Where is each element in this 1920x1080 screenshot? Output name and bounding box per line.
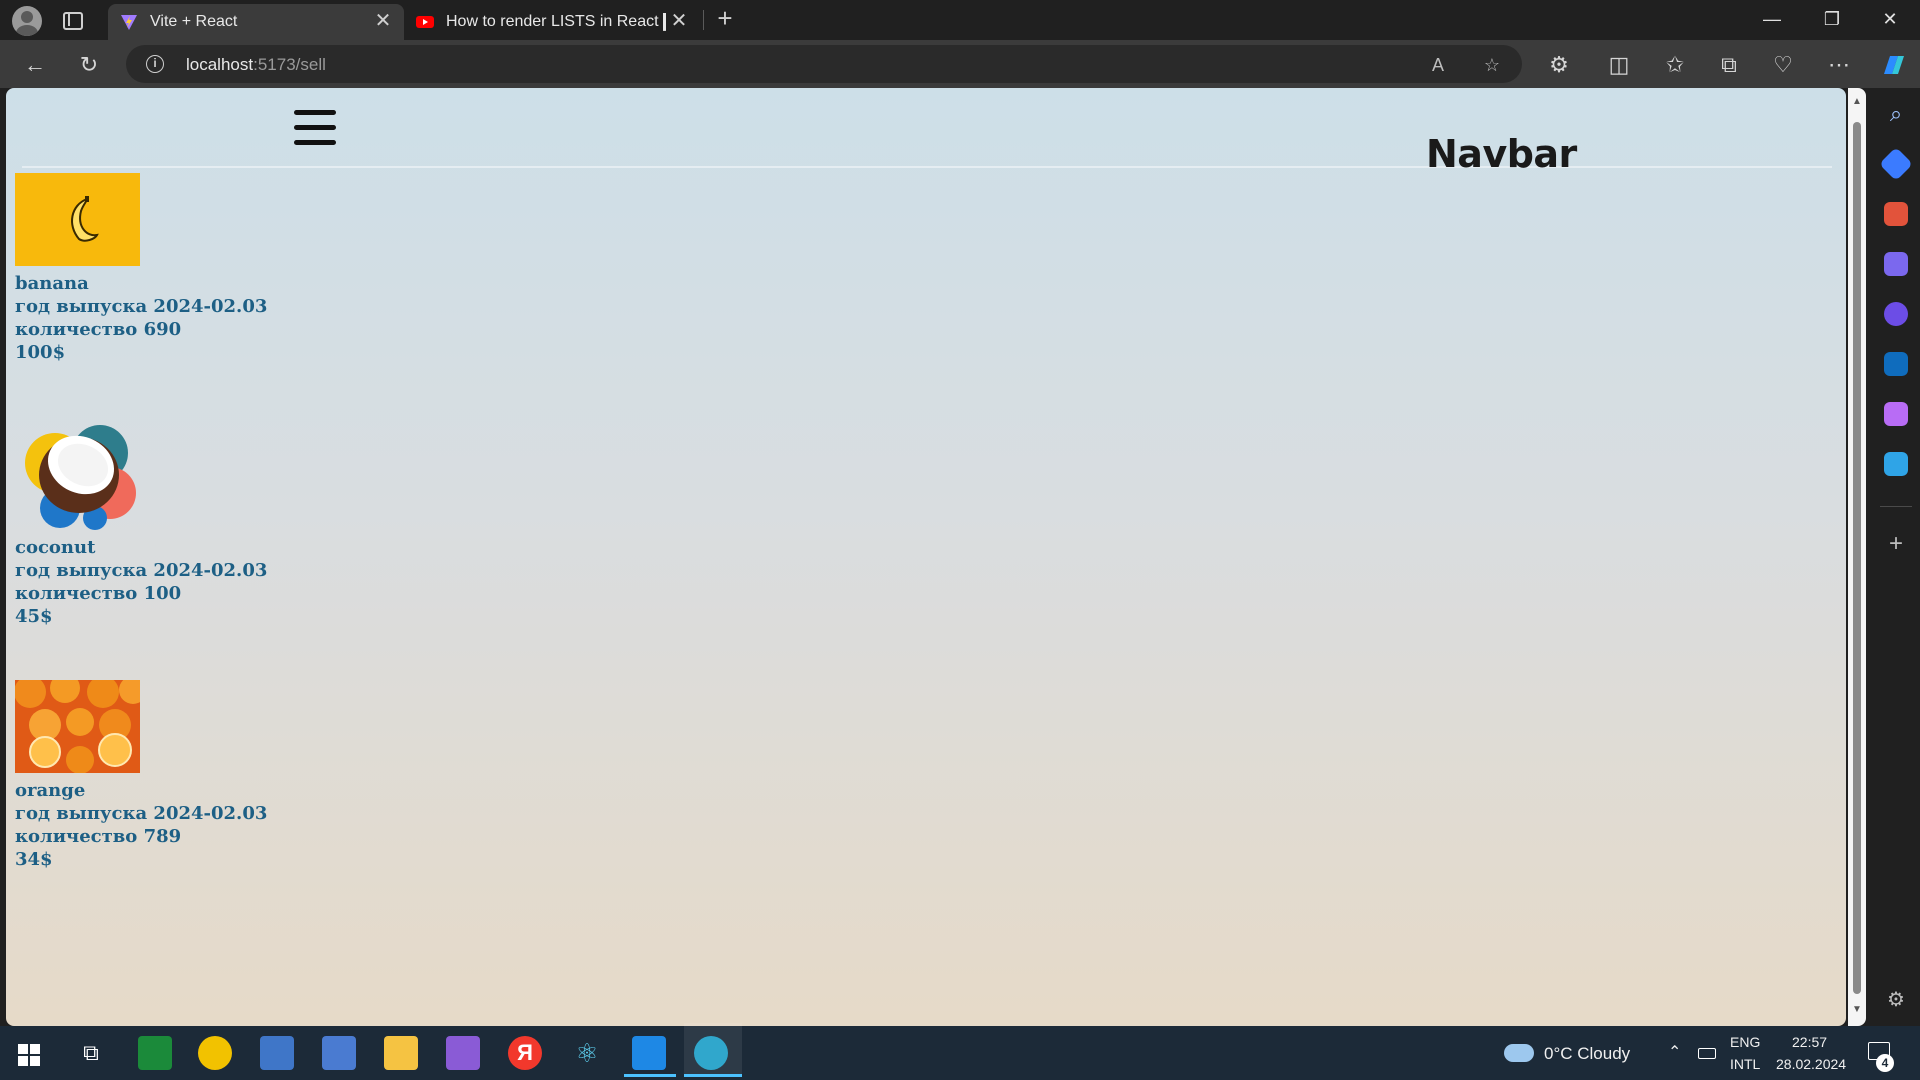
- python-icon[interactable]: [260, 1036, 294, 1070]
- youtube-favicon-icon: [416, 16, 434, 28]
- weather-text[interactable]: 0°C Cloudy: [1544, 1044, 1630, 1064]
- edge-sidebar: ⌕ + ⚙: [1872, 88, 1920, 1026]
- product-year: год выпуска 2024-02.03: [15, 803, 268, 824]
- react-devtools-icon[interactable]: ⚛: [570, 1036, 604, 1070]
- shopping-tag-icon[interactable]: [1879, 147, 1913, 181]
- taskbar: ⧉ Я ⚛ 0°C Cloudy ⌃ ENG INTL 22:57 28.02.…: [0, 1026, 1920, 1080]
- favorites-icon[interactable]: ✩: [1660, 50, 1690, 80]
- task-view-icon[interactable]: ⧉: [74, 1036, 108, 1070]
- tab-actions-icon[interactable]: [60, 8, 84, 32]
- page-scrollbar[interactable]: ▲ ▼: [1848, 88, 1866, 1026]
- keyboard-layout[interactable]: INTL: [1730, 1056, 1760, 1072]
- favorite-star-icon[interactable]: ☆: [1480, 53, 1504, 77]
- windows-start-icon[interactable]: [18, 1044, 40, 1066]
- file-explorer-icon[interactable]: [384, 1036, 418, 1070]
- product-quantity: количество 100: [15, 583, 182, 604]
- page-viewport: Navbar banana год выпуска 2024-02.03 кол…: [6, 88, 1846, 1026]
- send-icon[interactable]: [1884, 452, 1908, 476]
- pycharm-icon[interactable]: [322, 1036, 356, 1070]
- clock-date[interactable]: 28.02.2024: [1776, 1056, 1846, 1072]
- read-aloud-icon[interactable]: A: [1426, 53, 1450, 77]
- product-card: banana год выпуска 2024-02.03 количество…: [15, 173, 267, 364]
- scroll-thumb[interactable]: [1853, 122, 1861, 994]
- banana-image: [15, 173, 140, 266]
- extensions-icon[interactable]: ⚙: [1544, 50, 1574, 80]
- battery-icon[interactable]: [1698, 1048, 1716, 1059]
- product-card: coconut год выпуска 2024-02.03 количеств…: [15, 413, 267, 628]
- tab-strip: Vite + React ✕ How to render LISTS in Re…: [0, 0, 1920, 40]
- taskbar-active-indicator: [684, 1023, 742, 1077]
- yandex-browser-icon[interactable]: Я: [508, 1036, 542, 1070]
- vite-favicon-icon: [121, 15, 137, 30]
- product-name: banana: [15, 273, 89, 294]
- tools-icon[interactable]: [1884, 202, 1908, 226]
- scroll-down-icon[interactable]: ▼: [1851, 1004, 1863, 1016]
- clock-time[interactable]: 22:57: [1792, 1034, 1827, 1050]
- product-info: orange год выпуска 2024-02.03 количество…: [15, 779, 267, 871]
- browser-essentials-icon[interactable]: ♡: [1768, 50, 1798, 80]
- microsoft-365-icon[interactable]: [1884, 302, 1908, 326]
- close-window-icon[interactable]: ✕: [1870, 4, 1910, 34]
- games-icon[interactable]: [1884, 252, 1908, 276]
- orange-image: [15, 680, 140, 773]
- back-icon[interactable]: ←: [20, 50, 50, 80]
- profile-avatar-icon[interactable]: [12, 6, 42, 36]
- split-screen-icon[interactable]: ◫: [1604, 50, 1634, 80]
- browser-toolbar: ← ↻ i localhost:5173/sell A ☆ ⚙ ◫ ✩ ⧉ ♡ …: [0, 40, 1920, 88]
- tab-title: Vite + React: [150, 13, 238, 30]
- scroll-up-icon[interactable]: ▲: [1851, 96, 1863, 108]
- product-quantity: количество 789: [15, 826, 182, 847]
- product-year: год выпуска 2024-02.03: [15, 560, 268, 581]
- refresh-icon[interactable]: ↻: [74, 50, 104, 80]
- sidebar-divider: [1880, 506, 1912, 507]
- address-bar[interactable]: i localhost:5173/sell A ☆: [126, 45, 1522, 83]
- product-quantity: количество 690: [15, 319, 182, 340]
- product-info: banana год выпуска 2024-02.03 количество…: [15, 272, 267, 364]
- copilot-icon[interactable]: [1878, 50, 1908, 80]
- url-text[interactable]: localhost:5173/sell: [186, 55, 326, 75]
- navbar-brand[interactable]: Navbar: [1426, 132, 1577, 176]
- navbar: Navbar: [22, 92, 1832, 176]
- tab-close-icon[interactable]: ✕: [668, 10, 690, 32]
- product-info: coconut год выпуска 2024-02.03 количеств…: [15, 536, 267, 628]
- product-year: год выпуска 2024-02.03: [15, 296, 268, 317]
- add-icon[interactable]: +: [1884, 532, 1908, 556]
- new-tab-icon[interactable]: +: [712, 5, 738, 32]
- tray-chevron-icon[interactable]: ⌃: [1668, 1042, 1681, 1062]
- sidebar-settings-icon[interactable]: ⚙: [1884, 988, 1908, 1012]
- coconut-image: [15, 413, 140, 533]
- url-path: :5173/sell: [253, 55, 326, 74]
- product-name: coconut: [15, 537, 96, 558]
- yandex-market-icon[interactable]: [198, 1036, 232, 1070]
- restore-icon[interactable]: ❐: [1812, 4, 1852, 34]
- language-indicator[interactable]: ENG: [1730, 1034, 1760, 1050]
- minimize-icon[interactable]: —: [1752, 4, 1792, 34]
- hamburger-menu-icon[interactable]: [294, 110, 336, 146]
- product-price: 100$: [15, 342, 66, 363]
- tab-vite-react[interactable]: Vite + React ✕: [108, 4, 404, 40]
- product-price: 34$: [15, 849, 53, 870]
- tab-close-icon[interactable]: ✕: [372, 10, 394, 32]
- search-icon[interactable]: ⌕: [1884, 102, 1908, 126]
- tab-youtube[interactable]: How to render LISTS in React █ ✕: [404, 4, 700, 40]
- outlook-icon[interactable]: [1884, 352, 1908, 376]
- download-manager-icon[interactable]: [138, 1036, 172, 1070]
- tab-title: How to render LISTS in React █: [446, 13, 666, 30]
- product-card: orange год выпуска 2024-02.03 количество…: [15, 680, 267, 871]
- designer-icon[interactable]: [1884, 402, 1908, 426]
- taskbar-active-indicator: [624, 1023, 676, 1077]
- product-name: orange: [15, 780, 86, 801]
- more-menu-icon[interactable]: ⋯: [1824, 50, 1854, 80]
- url-host: localhost: [186, 55, 254, 74]
- product-price: 45$: [15, 606, 53, 627]
- site-info-icon[interactable]: i: [146, 55, 164, 73]
- visual-studio-icon[interactable]: [446, 1036, 480, 1070]
- weather-cloud-icon[interactable]: [1504, 1044, 1534, 1062]
- notification-count-badge: 4: [1876, 1054, 1894, 1072]
- tab-separator: [703, 10, 704, 30]
- collections-icon[interactable]: ⧉: [1714, 50, 1744, 80]
